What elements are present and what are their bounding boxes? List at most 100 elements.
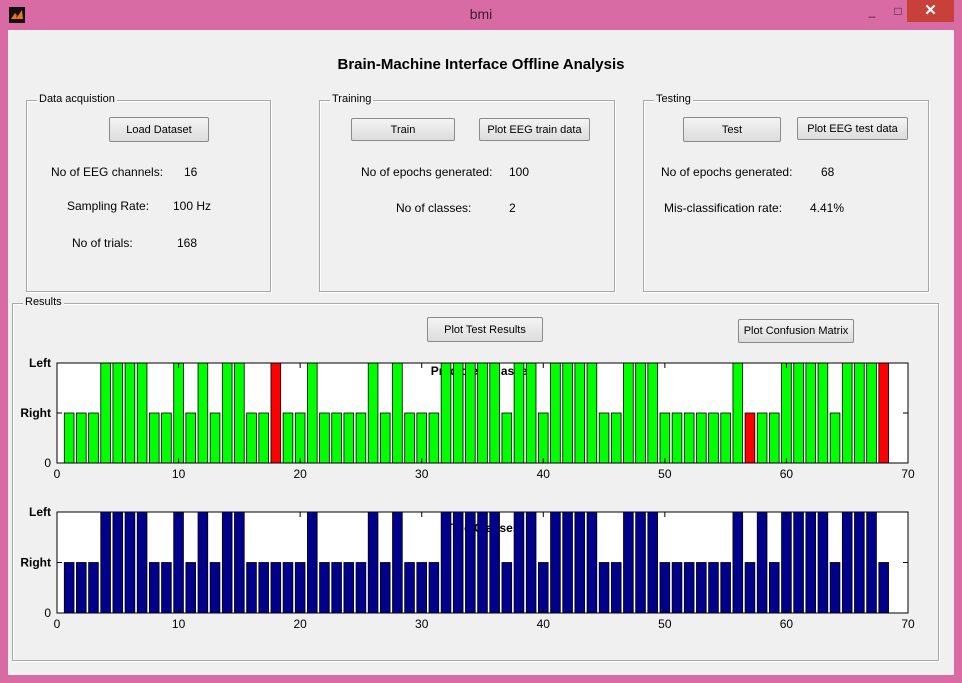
predicted-bar <box>112 362 124 464</box>
true-bar <box>574 511 586 614</box>
predicted-bar <box>817 362 829 464</box>
predicted-bar <box>307 362 318 464</box>
predicted-bar <box>428 412 440 464</box>
true-bar <box>392 511 403 614</box>
true-bar <box>282 562 294 614</box>
true-bar <box>744 562 756 614</box>
true-ytick-label: Right <box>20 556 51 570</box>
true-bar <box>307 511 318 614</box>
predicted-bar <box>793 362 804 464</box>
true-bar <box>793 511 804 614</box>
true-bar <box>647 511 658 614</box>
predicted-bar <box>610 412 622 464</box>
true-bar <box>708 562 719 614</box>
true-bar <box>173 511 184 614</box>
predicted-bar <box>513 362 525 464</box>
predicted-bar <box>744 412 756 464</box>
title-bar: bmi _ □ ✕ <box>0 0 962 30</box>
predicted-bar <box>659 412 671 464</box>
true-bar <box>367 511 379 614</box>
true-bar <box>452 511 464 614</box>
predicted-xtick-label: 60 <box>780 467 794 481</box>
predicted-bar <box>258 412 269 464</box>
predicted-bar <box>538 412 549 464</box>
predicted-bar <box>173 362 184 464</box>
predicted-bar <box>404 412 415 464</box>
predicted-bar <box>124 362 136 464</box>
true-bar <box>185 562 196 614</box>
true-bar <box>781 511 792 614</box>
predicted-bar <box>732 362 744 464</box>
true-bar <box>161 562 172 614</box>
true-bar <box>769 562 780 614</box>
predicted-bar <box>270 362 282 464</box>
true-xtick-label: 10 <box>172 617 186 631</box>
predicted-bar <box>805 362 817 464</box>
minimize-button[interactable]: _ <box>860 0 884 22</box>
predicted-bar <box>586 362 598 464</box>
true-bar <box>100 511 111 614</box>
predicted-bar <box>161 412 172 464</box>
true-bar <box>63 562 75 614</box>
true-bar <box>720 562 731 614</box>
predicted-bar <box>635 362 646 464</box>
predicted-bar <box>623 362 634 464</box>
close-button[interactable]: ✕ <box>907 0 954 22</box>
predicted-xtick-label: 70 <box>901 467 915 481</box>
true-bar <box>234 511 245 614</box>
true-bar <box>221 511 233 614</box>
true-bar <box>404 562 415 614</box>
true-bar <box>355 562 367 614</box>
predicted-bar <box>367 362 379 464</box>
predicted-xtick-label: 20 <box>293 467 307 481</box>
predicted-bar <box>440 362 452 464</box>
true-xtick-label: 0 <box>54 617 61 631</box>
true-bar <box>319 562 330 614</box>
true-bar <box>829 562 841 614</box>
true-xtick-label: 30 <box>415 617 429 631</box>
true-bar <box>538 562 549 614</box>
true-bar <box>598 562 610 614</box>
true-xtick-label: 20 <box>293 617 307 631</box>
true-bar <box>379 562 391 614</box>
true-xtick-label: 70 <box>901 617 915 631</box>
predicted-bar <box>355 412 367 464</box>
predicted-bar <box>416 412 427 464</box>
predicted-bar <box>878 362 889 464</box>
true-bar <box>683 562 695 614</box>
true-bar <box>209 562 221 614</box>
true-bar <box>550 511 561 614</box>
predicted-xtick-label: 10 <box>172 467 186 481</box>
true-bar <box>866 511 877 614</box>
predicted-bar <box>550 362 561 464</box>
true-bar <box>477 511 488 614</box>
predicted-xtick-label: 0 <box>54 467 61 481</box>
predicted-xtick-label: 40 <box>537 467 551 481</box>
true-bar <box>525 511 537 614</box>
true-bar <box>343 562 355 614</box>
true-bar <box>416 562 427 614</box>
predicted-ytick-label: 0 <box>44 456 51 470</box>
true-bar <box>501 562 513 614</box>
true-bar <box>513 511 525 614</box>
predicted-bar <box>221 362 233 464</box>
predicted-bar <box>294 412 306 464</box>
predicted-bar <box>282 412 294 464</box>
true-bar <box>671 562 683 614</box>
true-bar <box>841 511 853 614</box>
predicted-ytick-label: Left <box>29 356 51 370</box>
true-bar <box>635 511 646 614</box>
true-bar <box>148 562 160 614</box>
predicted-bar <box>854 362 865 464</box>
true-bar <box>331 562 342 614</box>
predicted-bar <box>756 412 768 464</box>
true-ytick-label: Left <box>29 505 51 519</box>
true-bar <box>465 511 476 614</box>
true-bar <box>88 562 99 614</box>
predicted-xtick-label: 50 <box>658 467 672 481</box>
true-ytick-label: 0 <box>44 606 51 620</box>
predicted-bar <box>574 362 586 464</box>
predicted-bar <box>319 412 330 464</box>
true-bar <box>136 511 148 614</box>
predicted-bar <box>343 412 355 464</box>
